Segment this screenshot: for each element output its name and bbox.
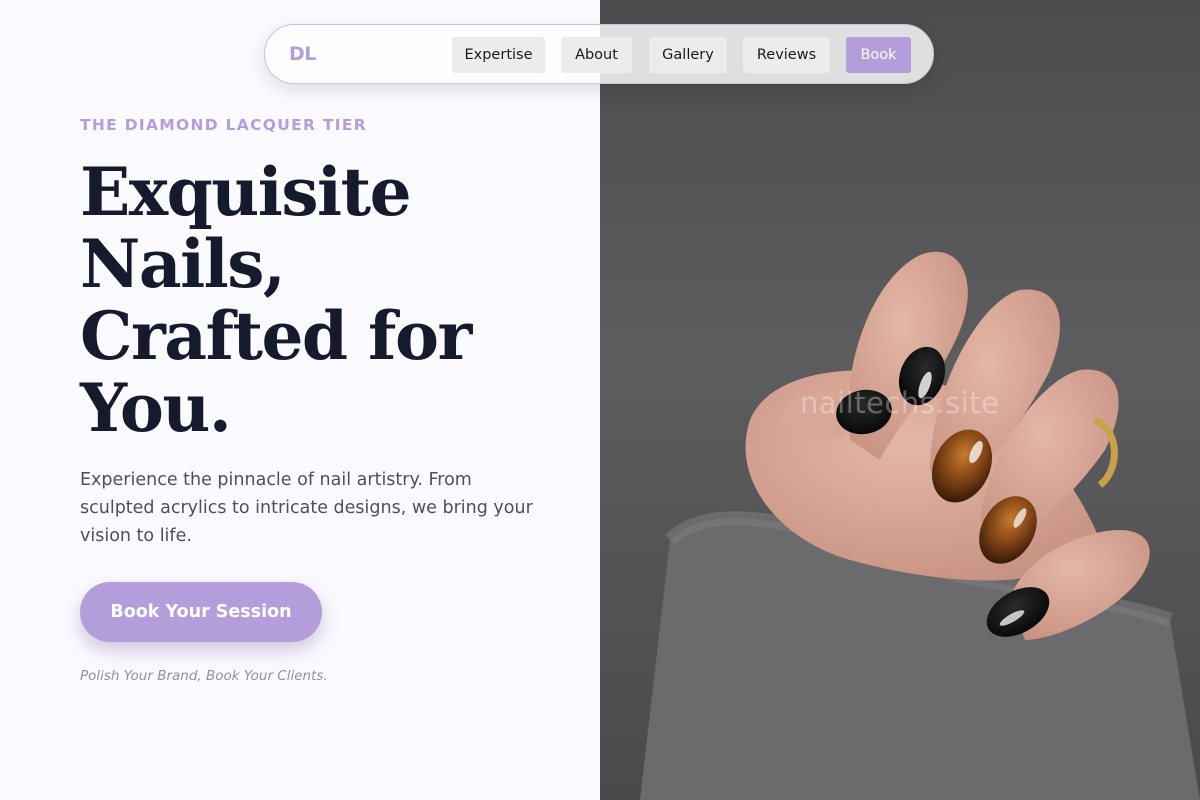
headline-line: Nails, xyxy=(80,225,286,303)
brand-logo[interactable]: DL xyxy=(289,43,316,65)
headline-line: You. xyxy=(80,369,232,447)
nav-link-book[interactable]: Book xyxy=(846,37,911,73)
hero-description: Experience the pinnacle of nail artistry… xyxy=(80,470,533,546)
hero-photo: nailtechs.site xyxy=(600,0,1200,800)
hero-left-panel: THE DIAMOND LACQUER TIER Exquisite Nails… xyxy=(0,0,600,800)
headline-line: Exquisite xyxy=(80,153,412,231)
hero-tagline: Polish Your Brand, Book Your Clients. xyxy=(80,668,328,684)
nav-link-gallery[interactable]: Gallery xyxy=(649,37,727,73)
top-navigation: DL Expertise About Gallery Reviews Book xyxy=(264,24,934,84)
nav-link-about[interactable]: About xyxy=(561,37,632,73)
hero-headline: Exquisite Nails, Crafted for You. xyxy=(80,156,580,444)
hero-eyebrow: THE DIAMOND LACQUER TIER xyxy=(80,116,367,134)
watermark-text: nailtechs.site xyxy=(800,386,1000,420)
nav-link-expertise[interactable]: Expertise xyxy=(452,37,545,73)
headline-line: Crafted for xyxy=(80,297,472,375)
nav-link-reviews[interactable]: Reviews xyxy=(743,37,830,73)
book-session-button[interactable]: Book Your Session xyxy=(80,582,322,642)
